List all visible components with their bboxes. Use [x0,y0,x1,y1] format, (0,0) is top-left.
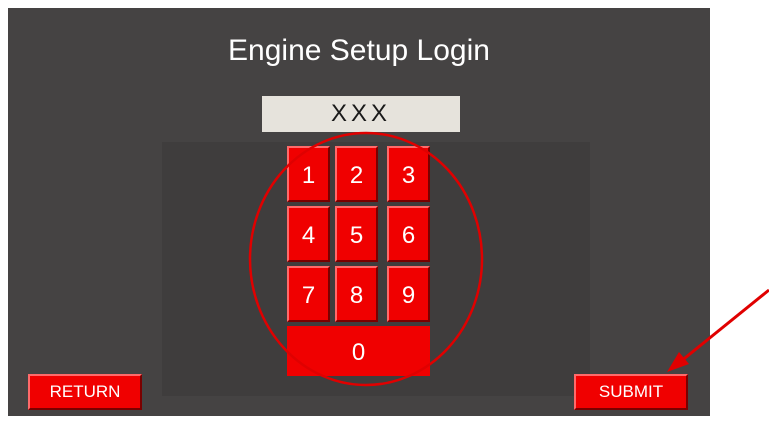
key-4-button[interactable]: 4 [287,206,330,262]
key-0-button[interactable]: 0 [287,326,430,376]
key-8-button[interactable]: 8 [335,266,378,322]
key-3-button[interactable]: 3 [387,146,430,202]
return-button[interactable]: RETURN [28,374,142,410]
code-display: XXX [262,96,460,132]
submit-button[interactable]: SUBMIT [574,374,688,410]
key-9-button[interactable]: 9 [387,266,430,322]
key-2-button[interactable]: 2 [335,146,378,202]
key-5-button[interactable]: 5 [335,206,378,262]
login-screen: Engine Setup Login XXX 1 2 3 4 5 6 7 8 9… [8,8,710,416]
key-1-button[interactable]: 1 [287,146,330,202]
key-7-button[interactable]: 7 [287,266,330,322]
page-title: Engine Setup Login [228,34,490,67]
key-6-button[interactable]: 6 [387,206,430,262]
